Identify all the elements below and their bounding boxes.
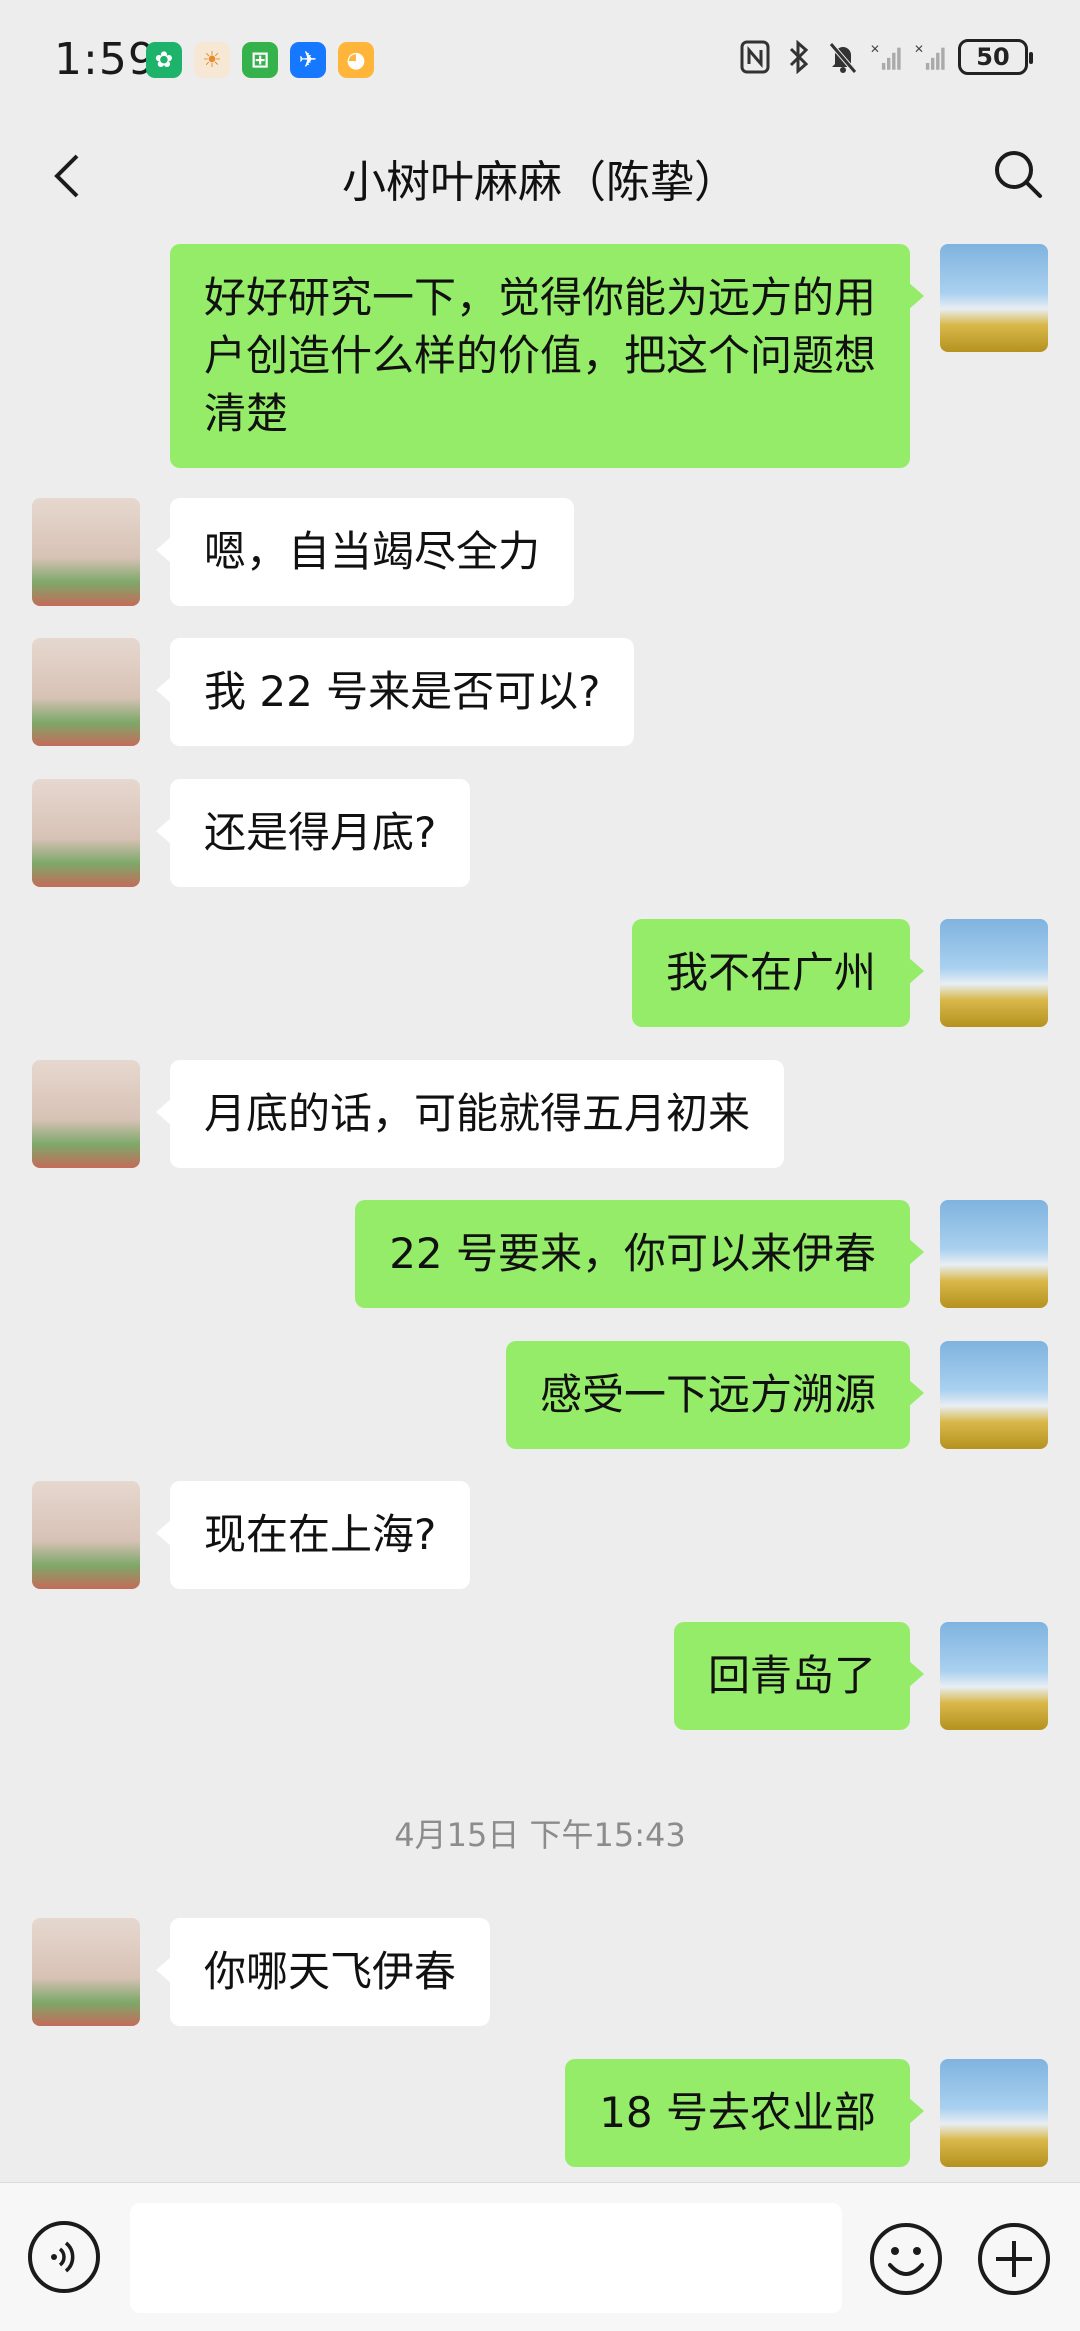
app-icon-yellow-duck: ◕	[338, 42, 374, 78]
message-bubble-sent[interactable]: 22 号要来，你可以来伊春	[355, 1200, 924, 1308]
status-bar: 1:59 ✿ ☀ ⊞ ✈ ◕ ✕ ✕ 50	[0, 0, 1080, 120]
emoji-button[interactable]	[868, 2221, 944, 2297]
chat-title: 小树叶麻麻（陈挚）	[342, 157, 738, 208]
input-bar	[0, 2182, 1080, 2331]
my-avatar[interactable]	[940, 1622, 1048, 1730]
bluetooth-icon	[782, 38, 816, 76]
notification-icons: ✿ ☀ ⊞ ✈ ◕	[146, 42, 374, 78]
signal-icon-1: ✕	[870, 38, 904, 76]
battery-indicator: 50	[958, 39, 1033, 75]
search-button[interactable]	[986, 142, 1050, 206]
message-bubble-sent[interactable]: 我不在广州	[631, 919, 925, 1027]
contact-avatar[interactable]	[32, 1481, 140, 1589]
my-avatar[interactable]	[940, 1341, 1048, 1449]
my-avatar[interactable]	[940, 1200, 1048, 1308]
contact-avatar[interactable]	[32, 498, 140, 606]
app-icon-green-square: ⊞	[242, 42, 278, 78]
message-bubble-received[interactable]: 还是得月底?	[155, 779, 471, 887]
my-avatar[interactable]	[940, 244, 1048, 352]
signal-icon-2: ✕	[914, 38, 948, 76]
system-icons: ✕ ✕ 50	[738, 38, 1033, 76]
contact-avatar[interactable]	[32, 1060, 140, 1168]
search-icon	[995, 151, 1042, 198]
smiley-icon	[870, 2223, 942, 2295]
nfc-icon	[738, 38, 772, 76]
voice-icon	[51, 2241, 75, 2273]
message-bubble-received[interactable]: 嗯，自当竭尽全力	[155, 498, 575, 606]
my-avatar[interactable]	[940, 919, 1048, 1027]
chat-header: 小树叶麻麻（陈挚）	[0, 120, 1080, 230]
app-icon-green: ✿	[146, 42, 182, 78]
contact-avatar[interactable]	[32, 1918, 140, 2026]
contact-avatar[interactable]	[32, 638, 140, 746]
contact-avatar[interactable]	[32, 779, 140, 887]
voice-input-button[interactable]	[28, 2221, 100, 2293]
message-bubble-received[interactable]: 你哪天飞伊春	[155, 1918, 491, 2026]
message-bubble-sent[interactable]: 好好研究一下，觉得你能为远方的用户创造什么样的价值，把这个问题想清楚	[170, 244, 924, 468]
app-icon-orange: ☀	[194, 42, 230, 78]
chat-timestamp: 4月15日 下午15:43	[394, 1816, 686, 1854]
svg-text:✕: ✕	[870, 42, 880, 56]
message-bubble-received[interactable]: 我 22 号来是否可以?	[155, 638, 635, 746]
status-time: 1:59	[54, 34, 157, 85]
svg-text:✕: ✕	[914, 42, 924, 56]
message-input[interactable]	[130, 2203, 842, 2313]
message-bubble-received[interactable]: 现在在上海?	[155, 1481, 471, 1589]
plus-icon	[978, 2223, 1050, 2295]
my-avatar[interactable]	[940, 2059, 1048, 2167]
app-icon-blue-plane: ✈	[290, 42, 326, 78]
message-bubble-sent[interactable]: 18 号去农业部	[565, 2059, 924, 2167]
mute-bell-icon	[826, 38, 860, 76]
message-bubble-received[interactable]: 月底的话，可能就得五月初来	[155, 1060, 785, 1168]
message-bubble-sent[interactable]: 感受一下远方溯源	[505, 1341, 925, 1449]
more-options-button[interactable]	[976, 2221, 1052, 2297]
message-bubble-sent[interactable]: 回青岛了	[673, 1622, 925, 1730]
